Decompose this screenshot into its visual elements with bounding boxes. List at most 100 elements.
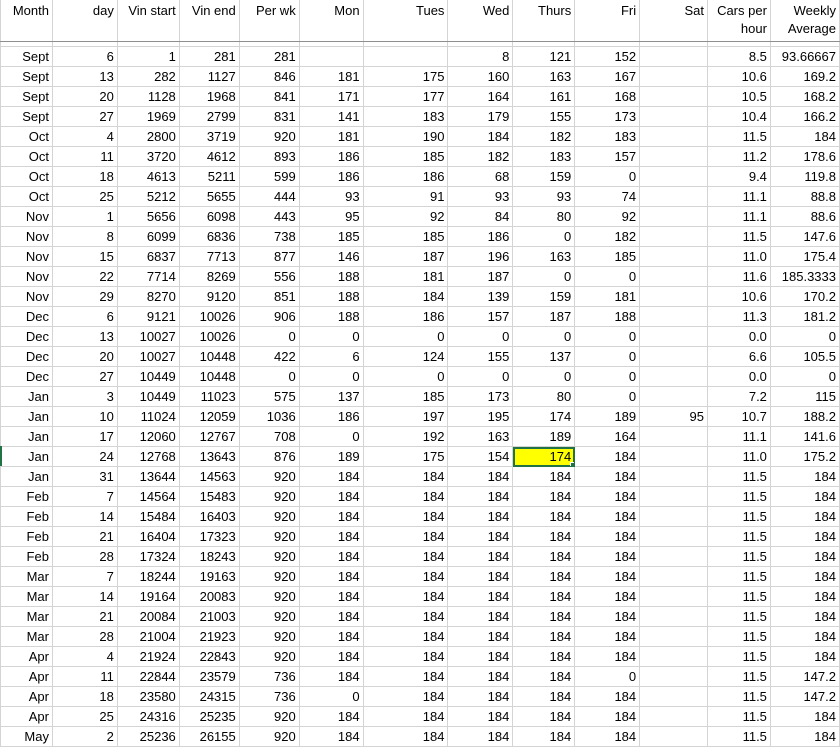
cell-day[interactable]: 21 xyxy=(52,606,118,627)
cell-thurs[interactable]: 161 xyxy=(512,86,576,107)
cell-month[interactable]: Jan xyxy=(0,386,53,407)
cell-per-wk[interactable]: 708 xyxy=(239,426,300,447)
cell-wed[interactable]: 195 xyxy=(447,406,514,427)
cell-vin-start[interactable]: 10027 xyxy=(117,346,180,367)
cell-month[interactable]: Mar xyxy=(0,626,53,647)
cell-weekly-average[interactable]: 184 xyxy=(770,486,840,507)
cell-mon[interactable]: 0 xyxy=(299,366,364,387)
cell-month[interactable]: Apr xyxy=(0,706,53,727)
cell-vin-start[interactable]: 1128 xyxy=(117,86,180,107)
cell-vin-start[interactable]: 2800 xyxy=(117,126,180,147)
cell-vin-end[interactable]: 23579 xyxy=(179,666,240,687)
cell-wed[interactable]: 184 xyxy=(447,466,514,487)
cell-weekly-average[interactable]: 184 xyxy=(770,506,840,527)
cell-day[interactable]: 20 xyxy=(52,86,118,107)
cell-day[interactable]: 6 xyxy=(52,46,118,67)
cell-mon[interactable]: 185 xyxy=(299,226,364,247)
cell-vin-start[interactable]: 6099 xyxy=(117,226,180,247)
cell-vin-end[interactable]: 10026 xyxy=(179,326,240,347)
cell-tues[interactable]: 184 xyxy=(363,586,449,607)
cell-per-wk[interactable]: 444 xyxy=(239,186,300,207)
cell-thurs[interactable]: 184 xyxy=(512,666,576,687)
cell-cars-per-hour[interactable]: 11.5 xyxy=(707,226,771,247)
cell-per-wk[interactable]: 422 xyxy=(239,346,300,367)
cell-fri[interactable]: 184 xyxy=(574,526,641,547)
cell-vin-end[interactable]: 6836 xyxy=(179,226,240,247)
cell-vin-start[interactable]: 5656 xyxy=(117,206,180,227)
cell-cars-per-hour[interactable]: 10.6 xyxy=(707,286,771,307)
cell-vin-start[interactable]: 17324 xyxy=(117,546,180,567)
cell-weekly-average[interactable]: 168.2 xyxy=(770,86,840,107)
cell-month[interactable]: Jan xyxy=(0,446,53,467)
cell-mon[interactable]: 186 xyxy=(299,406,364,427)
cell-fri[interactable]: 184 xyxy=(574,646,641,667)
cell-cars-per-hour[interactable]: 11.5 xyxy=(707,726,771,747)
cell-vin-start[interactable]: 22844 xyxy=(117,666,180,687)
cell-per-wk[interactable]: 736 xyxy=(239,666,300,687)
cell-month[interactable]: Dec xyxy=(0,306,53,327)
cell-mon[interactable]: 6 xyxy=(299,346,364,367)
cell-cars-per-hour[interactable]: 11.5 xyxy=(707,566,771,587)
cell-cars-per-hour[interactable]: 11.5 xyxy=(707,546,771,567)
cell-fri[interactable]: 184 xyxy=(574,546,641,567)
cell-sat[interactable] xyxy=(639,566,709,587)
cell-tues[interactable]: 184 xyxy=(363,726,449,747)
cell-thurs[interactable]: 184 xyxy=(512,646,576,667)
cell-vin-end[interactable]: 3719 xyxy=(179,126,240,147)
cell-month[interactable]: Jan xyxy=(0,406,53,427)
cell-cars-per-hour[interactable]: 11.0 xyxy=(707,446,771,467)
cell-tues[interactable]: 181 xyxy=(363,266,449,287)
cell-day[interactable]: 14 xyxy=(52,586,118,607)
header-wed[interactable]: Wed xyxy=(447,0,514,42)
cell-day[interactable]: 18 xyxy=(52,166,118,187)
cell-thurs[interactable]: 0 xyxy=(512,326,576,347)
cell-thurs[interactable]: 184 xyxy=(512,586,576,607)
cell-weekly-average[interactable]: 184 xyxy=(770,626,840,647)
cell-fri[interactable]: 0 xyxy=(574,166,641,187)
cell-sat[interactable] xyxy=(639,186,709,207)
header-thurs[interactable]: Thurs xyxy=(512,0,576,42)
cell-mon[interactable]: 184 xyxy=(299,526,364,547)
cell-sat[interactable] xyxy=(639,126,709,147)
cell-vin-end[interactable]: 25235 xyxy=(179,706,240,727)
cell-day[interactable]: 13 xyxy=(52,326,118,347)
cell-weekly-average[interactable]: 119.8 xyxy=(770,166,840,187)
cell-month[interactable]: May xyxy=(0,726,53,747)
cell-thurs[interactable]: 184 xyxy=(512,726,576,747)
cell-day[interactable]: 27 xyxy=(52,366,118,387)
cell-thurs[interactable]: 93 xyxy=(512,186,576,207)
cell-weekly-average[interactable]: 147.2 xyxy=(770,686,840,707)
cell-month[interactable]: Oct xyxy=(0,166,53,187)
cell-tues[interactable]: 0 xyxy=(363,326,449,347)
cell-vin-start[interactable]: 16404 xyxy=(117,526,180,547)
cell-tues[interactable]: 186 xyxy=(363,166,449,187)
cell-sat[interactable] xyxy=(639,606,709,627)
cell-mon[interactable]: 188 xyxy=(299,286,364,307)
cell-tues[interactable]: 190 xyxy=(363,126,449,147)
cell-cars-per-hour[interactable]: 11.5 xyxy=(707,126,771,147)
cell-per-wk[interactable]: 920 xyxy=(239,546,300,567)
cell-weekly-average[interactable]: 184 xyxy=(770,726,840,747)
cell-wed[interactable]: 184 xyxy=(447,626,514,647)
cell-vin-start[interactable]: 282 xyxy=(117,66,180,87)
cell-month[interactable]: Nov xyxy=(0,226,53,247)
cell-day[interactable]: 21 xyxy=(52,526,118,547)
cell-vin-start[interactable]: 23580 xyxy=(117,686,180,707)
cell-cars-per-hour[interactable]: 0.0 xyxy=(707,366,771,387)
cell-sat[interactable] xyxy=(639,106,709,127)
cell-tues[interactable]: 184 xyxy=(363,646,449,667)
cell-per-wk[interactable]: 738 xyxy=(239,226,300,247)
cell-fri[interactable]: 167 xyxy=(574,66,641,87)
cell-wed[interactable]: 184 xyxy=(447,586,514,607)
cell-per-wk[interactable]: 876 xyxy=(239,446,300,467)
cell-mon[interactable]: 171 xyxy=(299,86,364,107)
cell-month[interactable]: Mar xyxy=(0,606,53,627)
cell-wed[interactable]: 173 xyxy=(447,386,514,407)
cell-mon[interactable] xyxy=(299,46,364,67)
cell-fri[interactable]: 184 xyxy=(574,486,641,507)
cell-cars-per-hour[interactable]: 11.1 xyxy=(707,426,771,447)
cell-weekly-average[interactable]: 93.66667 xyxy=(770,46,840,67)
cell-weekly-average[interactable]: 147.6 xyxy=(770,226,840,247)
cell-mon[interactable]: 186 xyxy=(299,146,364,167)
cell-vin-start[interactable]: 10027 xyxy=(117,326,180,347)
